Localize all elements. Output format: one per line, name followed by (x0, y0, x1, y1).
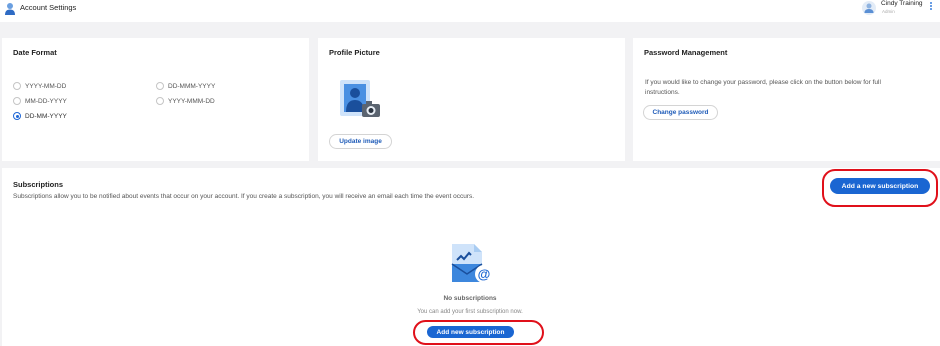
radio-button[interactable] (13, 97, 21, 105)
avatar[interactable] (862, 1, 876, 15)
profile-picture-card: Profile Picture Update image (318, 38, 625, 161)
radio-button[interactable] (13, 112, 21, 120)
user-settings-icon (5, 3, 15, 15)
subscriptions-description: Subscriptions allow you to be notified a… (13, 193, 475, 200)
subscriptions-title: Subscriptions (13, 180, 64, 189)
radio-button[interactable] (156, 97, 164, 105)
add-subscription-button[interactable]: Add a new subscription (830, 178, 930, 194)
radio-label: YYYY-MM-DD (25, 82, 67, 90)
empty-state-subtitle: You can add your first subscription now. (417, 309, 523, 315)
radio-label: MM-DD-YYYY (25, 97, 67, 105)
radio-label: DD-MM-YYYY (25, 112, 67, 120)
date-format-card: Date Format YYYY-MM-DD DD-MMM-YYYY MM-DD… (2, 38, 309, 161)
email-subscription-icon: @ (451, 244, 493, 283)
password-instructions: If you would like to change your passwor… (645, 79, 881, 96)
password-management-title: Password Management (644, 48, 728, 57)
user-role: Admin (882, 9, 895, 14)
date-format-title: Date Format (13, 48, 57, 57)
top-bar: Account Settings Cindy Training Admin (0, 0, 940, 22)
radio-button[interactable] (13, 82, 21, 90)
profile-picture-title: Profile Picture (329, 48, 380, 57)
empty-state-title: No subscriptions (443, 295, 497, 302)
change-password-button[interactable]: Change password (643, 105, 718, 120)
user-name: Cindy Training (881, 0, 923, 7)
profile-picture-icon (340, 80, 380, 117)
more-menu-icon[interactable] (929, 2, 933, 13)
radio-dd-mm-yyyy[interactable]: DD-MM-YYYY (13, 112, 67, 120)
radio-label: DD-MMM-YYYY (168, 82, 216, 90)
radio-yyyy-mm-dd[interactable]: YYYY-MM-DD (13, 82, 66, 90)
radio-label: YYYY-MMM-DD (168, 97, 215, 105)
radio-dd-mmm-yyyy[interactable]: DD-MMM-YYYY (156, 82, 215, 90)
update-image-button[interactable]: Update image (329, 134, 392, 149)
svg-text:@: @ (478, 267, 491, 282)
radio-mm-dd-yyyy[interactable]: MM-DD-YYYY (13, 97, 67, 105)
radio-button[interactable] (156, 82, 164, 90)
add-first-subscription-button[interactable]: Add new subscription (427, 326, 514, 338)
radio-yyyy-mmm-dd[interactable]: YYYY-MMM-DD (156, 97, 215, 105)
password-management-card: Password Management Change password (633, 38, 940, 161)
page-title: Account Settings (20, 3, 77, 12)
